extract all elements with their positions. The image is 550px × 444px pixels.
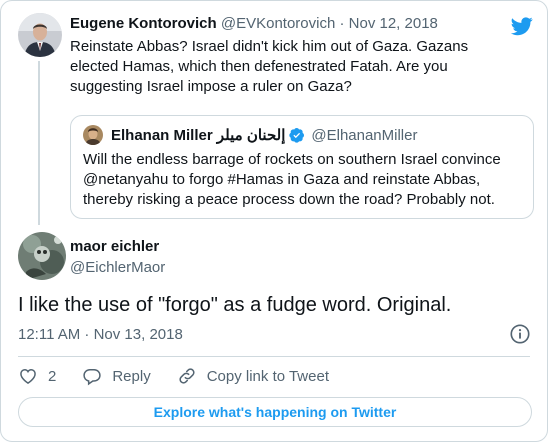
reply-icon [83,369,102,386]
copy-link-button[interactable]: Copy link to Tweet [177,366,329,386]
parent-tweet[interactable]: Eugene Kontorovich @EVKontorovich · Nov … [1,1,547,229]
quoted-tweet-header: Elhanan Miller إلحنان ميلر @ElhananMille… [111,126,417,145]
reply-button[interactable]: Reply [82,366,151,386]
heart-icon [20,368,36,384]
thread-connector-line [38,61,40,225]
verified-badge-icon [289,127,305,143]
copy-link-label: Copy link to Tweet [206,367,329,385]
reply-author-handle[interactable]: @EichlerMaor [70,259,165,276]
like-button[interactable]: 2 [18,366,56,386]
link-icon [179,368,195,384]
twitter-bird-icon[interactable] [510,15,533,37]
embedded-tweet-card: Eugene Kontorovich @EVKontorovich · Nov … [0,0,548,442]
avatar-maor-eichler[interactable] [18,232,66,280]
parent-tweet-header: Eugene Kontorovich @EVKontorovich · Nov … [70,15,438,32]
reply-label: Reply [112,367,151,385]
info-icon[interactable] [509,323,531,345]
quoted-author-name[interactable]: Elhanan Miller إلحنان ميلر [111,126,285,144]
avatar-eugene-kontorovich[interactable] [18,13,62,57]
like-count: 2 [48,367,57,385]
quoted-tweet[interactable]: Elhanan Miller إلحنان ميلر @ElhananMille… [70,115,534,219]
tweet-actions: 2 Reply Copy link to Tweet [18,365,355,387]
quoted-author-handle[interactable]: @ElhananMiller [311,127,417,144]
explore-twitter-button[interactable]: Explore what's happening on Twitter [18,397,532,427]
divider [18,356,530,357]
author-name[interactable]: Eugene Kontorovich [70,15,217,32]
reply-timestamp[interactable]: 12:11 AM · Nov 13, 2018 [18,326,183,343]
quoted-tweet-text: Will the endless barrage of rockets on s… [83,151,501,208]
reply-author-name[interactable]: maor eichler [70,238,159,255]
meta-separator: · [335,15,349,32]
avatar-elhanan-miller [83,125,103,145]
tweet-date[interactable]: Nov 12, 2018 [349,15,438,32]
author-handle[interactable]: @EVKontorovich [221,15,335,32]
parent-tweet-text: Reinstate Abbas? Israel didn't kick him … [70,38,469,95]
reply-tweet-text: I like the use of "forgo" as a fudge wor… [18,294,452,316]
